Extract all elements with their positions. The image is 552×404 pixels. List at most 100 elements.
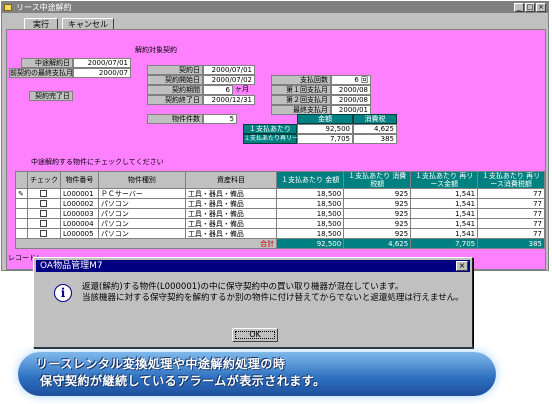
contract-section-title: 解約対象契約: [135, 46, 177, 54]
end-date-contract-label: 契約終了日: [147, 95, 203, 105]
row-marker: [15, 198, 28, 209]
col-tax: １支払あたり 消費税額: [343, 171, 412, 189]
caption-text: リースレンタル変換処理や中途解約処理の時 保守契約が継続しているアラームが表示さ…: [36, 356, 476, 390]
prev-last-payment-label: 前契約の最終支払月: [9, 68, 73, 78]
caption-line2: 保守契約が継続しているアラームが表示されます。: [40, 374, 326, 388]
row-marker: [15, 228, 28, 239]
row-check: [26, 208, 61, 219]
col-asset-subject: 資産科目: [184, 171, 278, 189]
first-payment-field[interactable]: 2000/08: [331, 85, 371, 95]
start-date-label: 契約開始日: [147, 75, 203, 85]
app-icon: [4, 4, 12, 11]
total-tax: 4,625: [343, 238, 412, 249]
form-panel: 中途解約日 2000/07/01 前契約の最終支払月 2000/07 契約完了日…: [6, 29, 546, 270]
col-amount: １支払あたり 金額: [276, 171, 345, 189]
prev-last-payment-field[interactable]: 2000/07: [73, 68, 131, 78]
row-tax: 925: [343, 218, 412, 229]
per-payment-tax: 4,625: [353, 124, 397, 134]
dialog-title: OA物品管理M7: [40, 261, 103, 271]
row-amount: 18,500: [276, 208, 345, 219]
payment-count-label: 支払回数: [271, 75, 331, 85]
row-checkbox[interactable]: [40, 210, 48, 217]
period-field[interactable]: 6: [203, 85, 233, 95]
col-release: １支払あたり 再リース金額: [410, 171, 479, 189]
row-item-type: ＰＣサーバー: [97, 188, 186, 199]
amount-header: 金額: [297, 114, 353, 124]
row-amount: 18,500: [276, 228, 345, 239]
table-row[interactable]: L000003 パソコン 工具・器具・備品 18,500 925 1,541 77: [15, 208, 545, 219]
first-payment-label: 第１回支払月: [271, 85, 331, 95]
row-item-type: パソコン: [97, 228, 186, 239]
row-item-no: L000005: [59, 228, 99, 239]
period-unit: ヶ月: [235, 85, 249, 93]
row-release-tax: 77: [477, 228, 545, 239]
item-count-field[interactable]: 5: [203, 114, 237, 124]
total-release-tax: 385: [477, 238, 545, 249]
end-date-contract-field[interactable]: 2000/12/31: [203, 95, 255, 105]
row-item-no: L000004: [59, 218, 99, 229]
row-release: 1,541: [410, 218, 479, 229]
row-item-no: L000003: [59, 208, 99, 219]
close-button[interactable]: ×: [536, 3, 546, 12]
dialog-close-button[interactable]: ×: [456, 261, 468, 271]
per-payment-amount: 92,500: [297, 124, 353, 134]
row-release: 1,541: [410, 188, 479, 199]
row-checkbox[interactable]: [40, 200, 48, 207]
dialog-message: 返還(解約)する物件(L000001)の中に保守契約中の買い取り機器が混在してい…: [82, 282, 464, 304]
window-titlebar: リース中途解約 _ □ ×: [2, 2, 548, 13]
cancel-date-field[interactable]: 2000/07/01: [73, 58, 131, 68]
second-payment-label: 第２回支払月: [271, 95, 331, 105]
items-table: チェック 物件番号 物件種別 資産科目 １支払あたり 金額 １支払あたり 消費税…: [14, 171, 545, 249]
row-amount: 18,500: [276, 188, 345, 199]
col-marker: [15, 171, 28, 189]
col-check: チェック: [26, 171, 61, 189]
row-check: [26, 188, 61, 199]
info-icon: i: [54, 284, 72, 302]
contract-date-label: 契約日: [147, 65, 203, 75]
table-row[interactable]: L000005 パソコン 工具・器具・備品 18,500 925 1,541 77: [15, 228, 545, 239]
start-date-field[interactable]: 2000/07/02: [203, 75, 255, 85]
grid-caption: 中途解約する物件にチェックしてください: [31, 158, 164, 166]
dialog-titlebar: OA物品管理M7 ×: [36, 260, 470, 272]
row-amount: 18,500: [276, 198, 345, 209]
alert-dialog: OA物品管理M7 × i 返還(解約)する物件(L000001)の中に保守契約中…: [33, 257, 473, 348]
tax-header: 消費税: [353, 114, 397, 124]
table-row[interactable]: L000002 パソコン 工具・器具・備品 18,500 925 1,541 77: [15, 198, 545, 209]
row-check: [26, 218, 61, 229]
row-checkbox[interactable]: [40, 230, 48, 237]
row-amount: 18,500: [276, 218, 345, 229]
maximize-button[interactable]: □: [525, 3, 535, 12]
row-item-type: パソコン: [97, 198, 186, 209]
contract-date-field[interactable]: 2000/07/01: [203, 65, 255, 75]
payment-count-field[interactable]: 6 回: [331, 75, 371, 85]
row-check: [26, 198, 61, 209]
total-amount: 92,500: [276, 238, 345, 249]
row-marker: ✎: [15, 188, 28, 199]
row-asset-subject: 工具・器具・備品: [184, 188, 278, 199]
row-release-tax: 77: [477, 208, 545, 219]
row-checkbox[interactable]: [40, 190, 48, 197]
row-release-tax: 77: [477, 198, 545, 209]
table-row[interactable]: L000004 パソコン 工具・器具・備品 18,500 925 1,541 77: [15, 218, 545, 229]
per-release-label: １支払あたり再リース: [243, 134, 304, 144]
per-payment-label: １支払あたり: [243, 124, 297, 134]
second-payment-field[interactable]: 2000/08: [331, 95, 371, 105]
item-count-label: 物件件数: [147, 114, 203, 124]
dialog-message-line1: 返還(解約)する物件(L000001)の中に保守契約中の買い取り機器が混在してい…: [82, 282, 404, 292]
minimize-button[interactable]: _: [514, 3, 524, 12]
table-row[interactable]: ✎ L000001 ＰＣサーバー 工具・器具・備品 18,500 925 1,541 77: [15, 188, 545, 199]
end-date-label: 契約完了日: [29, 91, 73, 101]
row-release: 1,541: [410, 208, 479, 219]
row-release-tax: 77: [477, 218, 545, 229]
ok-button[interactable]: OK: [232, 328, 278, 342]
row-item-no: L000001: [59, 188, 99, 199]
cancel-date-label: 中途解約日: [21, 58, 73, 68]
total-label: 合計: [14, 238, 278, 249]
row-tax: 925: [343, 228, 412, 239]
window-title: リース中途解約: [16, 3, 72, 12]
table-body: ✎ L000001 ＰＣサーバー 工具・器具・備品 18,500 925 1,541 77 L0…: [15, 188, 545, 239]
row-asset-subject: 工具・器具・備品: [184, 228, 278, 239]
row-checkbox[interactable]: [40, 220, 48, 227]
lease-cancel-window: リース中途解約 _ □ × 実行 キャンセル 中途解約日 2000/07/01 …: [1, 1, 549, 271]
row-tax: 925: [343, 208, 412, 219]
